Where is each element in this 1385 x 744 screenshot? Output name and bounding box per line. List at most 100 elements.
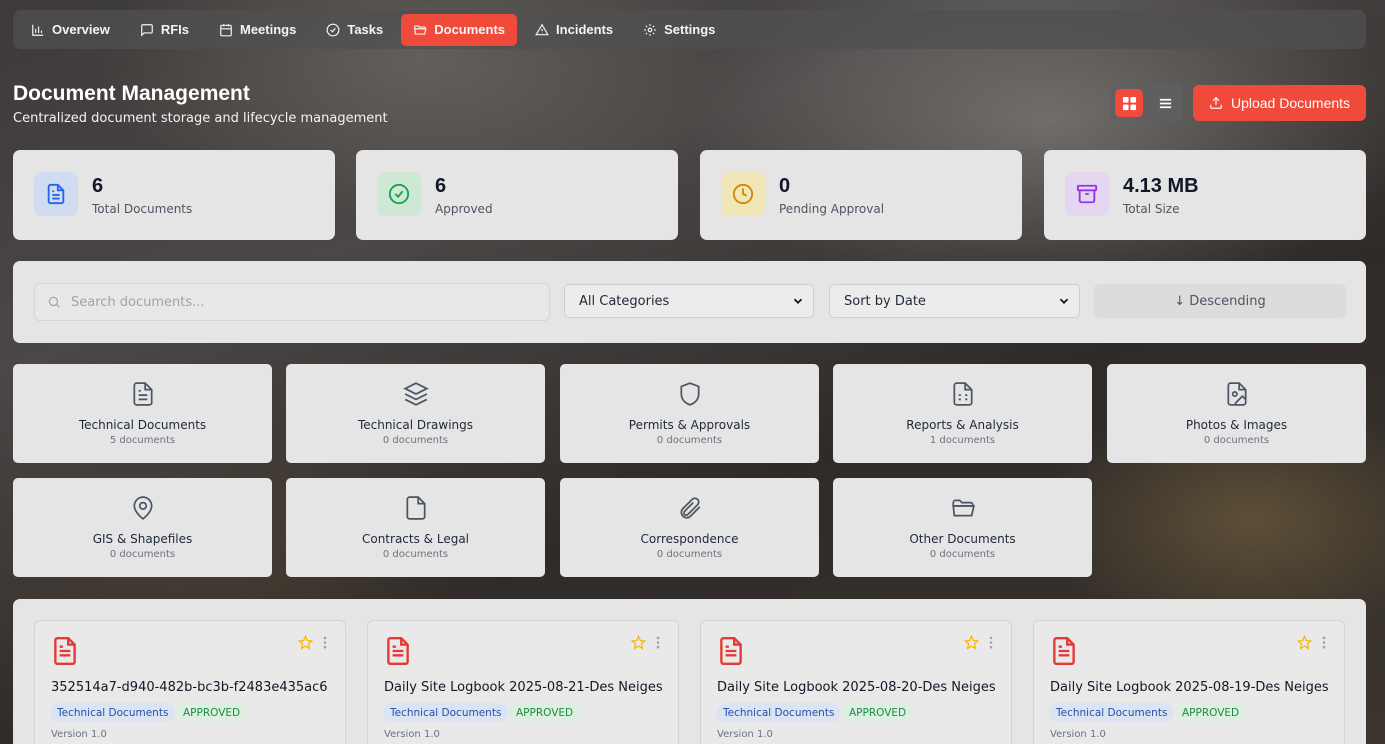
document-title: 352514a7-d940-482b-bc3b-f2483e435ac6 <box>51 680 328 695</box>
stat-value: 4.13 MB <box>1123 175 1199 197</box>
stat-approved: 6 Approved <box>356 150 678 240</box>
status-badge: APPROVED <box>1175 703 1247 722</box>
page-subtitle: Centralized document storage and lifecyc… <box>13 111 388 126</box>
document-card[interactable]: Daily Site Logbook 2025-08-21-Des Neiges… <box>367 620 679 744</box>
category-technical-documents[interactable]: Technical Documents 5 documents <box>13 364 272 463</box>
tab-overview[interactable]: Overview <box>19 14 122 46</box>
category-reports-analysis[interactable]: Reports & Analysis 1 documents <box>833 364 1092 463</box>
view-toggle <box>1111 85 1183 121</box>
tab-label: Settings <box>664 22 716 37</box>
stat-pending-approval: 0 Pending Approval <box>700 150 1022 240</box>
document-version: Version 1.0 <box>717 729 773 740</box>
tab-tasks[interactable]: Tasks <box>314 14 395 46</box>
category-name: Photos & Images <box>1185 418 1288 432</box>
grid-view-button[interactable] <box>1115 89 1143 117</box>
category-badge: Technical Documents <box>716 703 842 722</box>
clock-icon <box>732 183 754 205</box>
message-square-icon <box>140 23 153 37</box>
pdf-file-icon <box>720 636 742 666</box>
file-icon <box>406 496 426 520</box>
tab-label: Incidents <box>556 22 614 37</box>
check-circle-icon <box>326 23 340 36</box>
stat-icon-box <box>721 172 765 216</box>
document-card[interactable]: Daily Site Logbook 2025-08-20-Des Neiges… <box>700 620 1012 744</box>
file-text-icon <box>133 382 153 406</box>
sort-select[interactable]: Sort by Date <box>829 284 1080 318</box>
stat-value: 0 <box>779 175 791 197</box>
more-vertical-icon[interactable] <box>987 635 995 650</box>
stat-label: Approved <box>435 202 493 216</box>
pdf-file-icon <box>54 636 76 666</box>
search-input[interactable] <box>71 294 511 310</box>
stat-value: 6 <box>92 175 104 197</box>
bar-chart-icon <box>32 24 44 36</box>
category-gis-shapefiles[interactable]: GIS & Shapefiles 0 documents <box>13 478 272 577</box>
category-name: Contracts & Legal <box>361 532 470 546</box>
document-card[interactable]: Daily Site Logbook 2025-08-19-Des Neiges… <box>1033 620 1345 744</box>
upload-label: Upload Documents <box>1230 95 1351 111</box>
top-nav: Overview RFIs Meetings Tasks Documents I… <box>13 10 1366 49</box>
folder-open-icon <box>952 499 975 517</box>
category-count: 1 documents <box>929 435 996 446</box>
category-correspondence[interactable]: Correspondence 0 documents <box>560 478 819 577</box>
star-icon[interactable] <box>298 635 313 650</box>
sort-select-value: Sort by Date <box>844 293 926 309</box>
stat-label: Pending Approval <box>779 202 885 216</box>
tab-label: RFIs <box>160 22 189 37</box>
tab-rfis[interactable]: RFIs <box>128 14 201 46</box>
star-icon[interactable] <box>964 635 979 650</box>
chevron-down-icon <box>793 298 803 304</box>
category-name: Technical Drawings <box>357 418 474 432</box>
search-box <box>34 283 550 321</box>
archive-icon <box>1076 184 1098 204</box>
tab-settings[interactable]: Settings <box>631 14 727 46</box>
category-contracts-legal[interactable]: Contracts & Legal 0 documents <box>286 478 545 577</box>
stat-icon-box <box>1065 172 1109 216</box>
upload-documents-button[interactable]: Upload Documents <box>1193 85 1366 121</box>
category-select[interactable]: All Categories <box>564 284 814 318</box>
upload-icon <box>1210 96 1222 109</box>
category-count: 0 documents <box>656 435 723 446</box>
sort-direction-button[interactable]: ↓ Descending <box>1094 284 1346 318</box>
category-badge: Technical Documents <box>50 703 176 722</box>
star-icon[interactable] <box>631 635 646 650</box>
gear-icon <box>644 23 656 36</box>
category-count: 0 documents <box>382 435 449 446</box>
document-version: Version 1.0 <box>51 729 107 740</box>
file-image-icon <box>1227 382 1247 406</box>
tab-label: Tasks <box>347 22 384 37</box>
stat-value: 6 <box>435 175 447 197</box>
stat-label: Total Size <box>1123 202 1180 216</box>
list-view-button[interactable] <box>1151 89 1179 117</box>
alert-triangle-icon <box>535 23 549 35</box>
search-icon <box>48 296 60 308</box>
more-vertical-icon[interactable] <box>1320 635 1328 650</box>
tab-documents[interactable]: Documents <box>401 13 518 46</box>
category-count: 0 documents <box>929 549 996 560</box>
tab-label: Overview <box>52 22 110 37</box>
category-other-documents[interactable]: Other Documents 0 documents <box>833 478 1092 577</box>
category-count: 5 documents <box>109 435 176 446</box>
status-badge: APPROVED <box>509 703 581 722</box>
tab-label: Meetings <box>240 22 297 37</box>
category-name: Reports & Analysis <box>906 418 1019 432</box>
list-icon <box>1159 98 1171 108</box>
stat-label: Total Documents <box>92 202 193 216</box>
document-card[interactable]: 352514a7-d940-482b-bc3b-f2483e435ac6 Tec… <box>34 620 346 744</box>
more-vertical-icon[interactable] <box>654 635 662 650</box>
tab-meetings[interactable]: Meetings <box>207 14 308 46</box>
star-icon[interactable] <box>1297 635 1312 650</box>
pdf-file-icon <box>387 636 409 666</box>
document-title: Daily Site Logbook 2025-08-21-Des Neiges <box>384 680 663 695</box>
tab-incidents[interactable]: Incidents <box>523 14 625 46</box>
grid-icon <box>1122 96 1136 110</box>
category-count: 0 documents <box>1203 435 1270 446</box>
more-vertical-icon[interactable] <box>321 635 329 650</box>
category-photos-images[interactable]: Photos & Images 0 documents <box>1107 364 1366 463</box>
document-version: Version 1.0 <box>384 729 440 740</box>
category-technical-drawings[interactable]: Technical Drawings 0 documents <box>286 364 545 463</box>
category-count: 0 documents <box>382 549 449 560</box>
category-count: 0 documents <box>656 549 723 560</box>
category-permits-approvals[interactable]: Permits & Approvals 0 documents <box>560 364 819 463</box>
document-title: Daily Site Logbook 2025-08-20-Des Neiges <box>717 680 996 695</box>
